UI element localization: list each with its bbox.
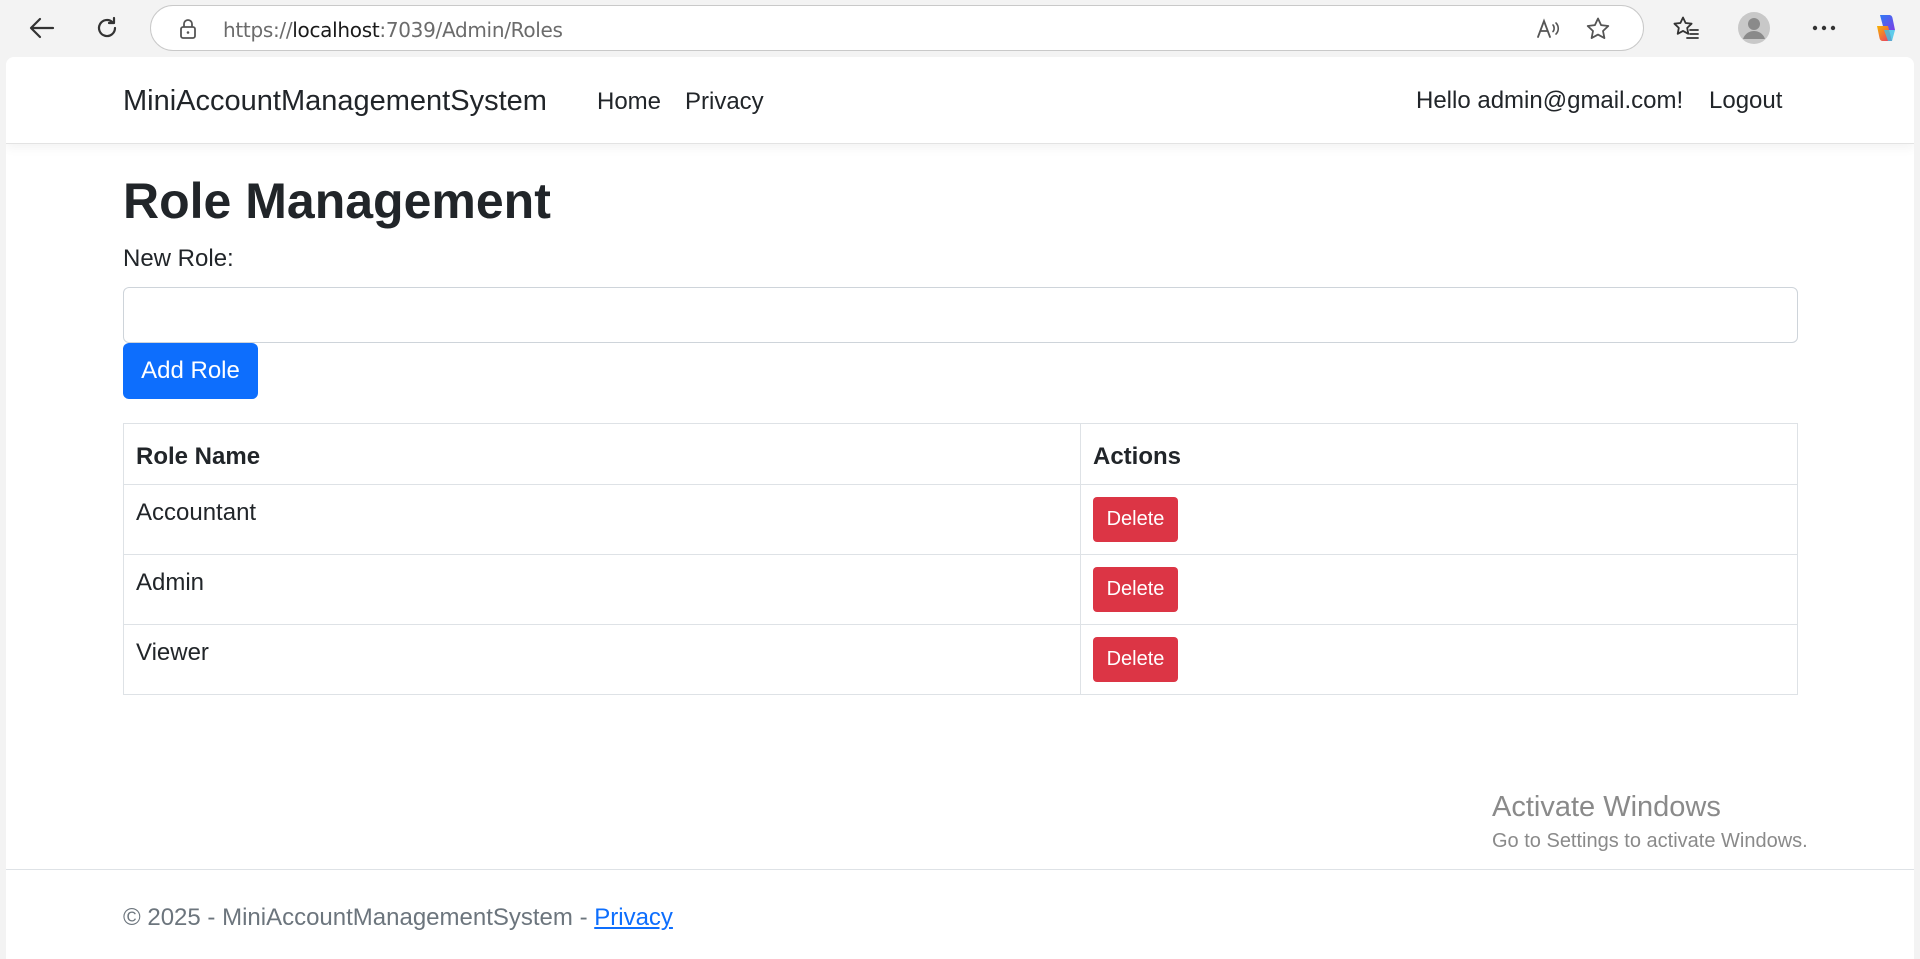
- favorite-star-icon[interactable]: [1585, 16, 1611, 42]
- new-role-label: New Role:: [123, 245, 234, 272]
- table-row: Accountant Delete: [123, 484, 1798, 555]
- site-brand[interactable]: MiniAccountManagementSystem: [123, 85, 547, 118]
- footer-copyright: © 2025 - MiniAccountManagementSystem -: [123, 904, 595, 931]
- role-name-cell: Viewer: [123, 624, 1081, 695]
- table-row: Viewer Delete: [123, 624, 1798, 695]
- actions-cell: Delete: [1080, 554, 1798, 625]
- site-footer: © 2025 - MiniAccountManagementSystem - P…: [6, 869, 1914, 959]
- actions-cell: Delete: [1080, 484, 1798, 555]
- footer-text: © 2025 - MiniAccountManagementSystem - P…: [123, 904, 673, 932]
- logout-link[interactable]: Logout: [1709, 87, 1782, 115]
- favorites-list-icon[interactable]: [1668, 10, 1704, 46]
- more-menu-icon[interactable]: [1806, 10, 1842, 46]
- copilot-icon[interactable]: [1868, 10, 1904, 46]
- footer-privacy-link[interactable]: Privacy: [594, 904, 673, 931]
- add-role-button[interactable]: Add Role: [123, 343, 258, 399]
- column-header-actions: Actions: [1080, 423, 1798, 485]
- address-bar[interactable]: https://localhost:7039/Admin/Roles: [150, 5, 1644, 51]
- role-name-cell: Accountant: [123, 484, 1081, 555]
- column-header-role-name: Role Name: [123, 423, 1081, 485]
- actions-cell: Delete: [1080, 624, 1798, 695]
- watermark-subtitle: Go to Settings to activate Windows.: [1492, 830, 1808, 852]
- table-row: Admin Delete: [123, 554, 1798, 625]
- read-aloud-icon[interactable]: [1535, 16, 1561, 42]
- lock-icon[interactable]: [178, 18, 198, 45]
- new-role-input[interactable]: [123, 287, 1798, 343]
- role-name-cell: Admin: [123, 554, 1081, 625]
- nav-link-home[interactable]: Home: [597, 88, 661, 116]
- profile-avatar-icon[interactable]: [1736, 10, 1772, 46]
- browser-toolbar: https://localhost:7039/Admin/Roles: [0, 0, 1920, 57]
- nav-link-privacy[interactable]: Privacy: [685, 88, 764, 116]
- back-arrow-icon[interactable]: [24, 10, 60, 46]
- table-header-row: Role Name Actions: [123, 423, 1798, 485]
- refresh-icon[interactable]: [89, 10, 125, 46]
- page-title: Role Management: [123, 173, 551, 229]
- delete-button[interactable]: Delete: [1093, 567, 1178, 612]
- site-navbar: MiniAccountManagementSystem Home Privacy…: [6, 57, 1914, 144]
- windows-activation-watermark: Activate Windows Go to Settings to activ…: [1492, 791, 1808, 853]
- delete-button[interactable]: Delete: [1093, 637, 1178, 682]
- delete-button[interactable]: Delete: [1093, 497, 1178, 542]
- roles-table: Role Name Actions Accountant Delete Admi…: [123, 423, 1798, 695]
- watermark-title: Activate Windows: [1492, 791, 1721, 823]
- user-greeting[interactable]: Hello admin@gmail.com!: [1416, 87, 1683, 115]
- url-text[interactable]: https://localhost:7039/Admin/Roles: [223, 18, 563, 42]
